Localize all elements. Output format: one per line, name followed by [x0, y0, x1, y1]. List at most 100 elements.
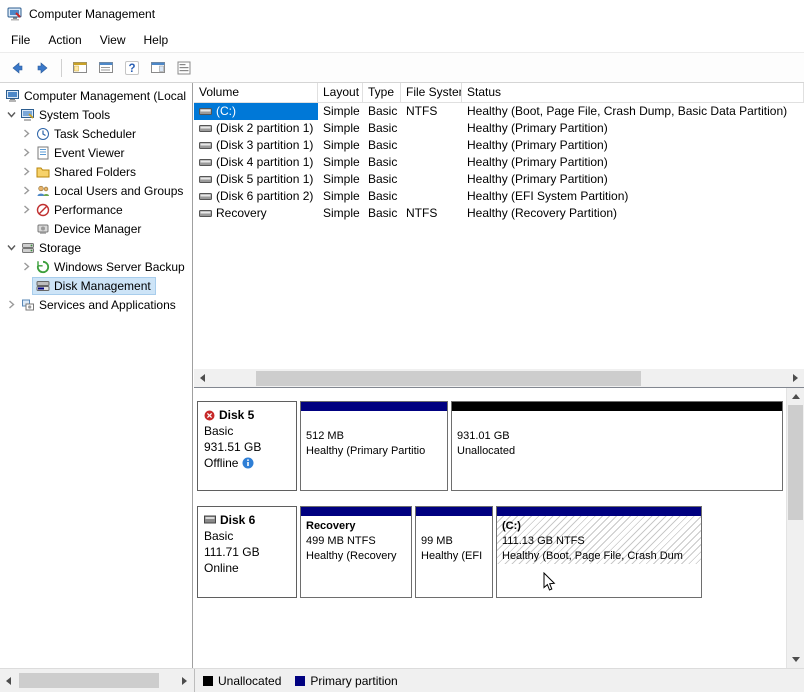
partition-size: 99 MB	[421, 534, 487, 549]
tree-item-computer-management[interactable]: Computer Management (Local	[0, 86, 192, 105]
computer-icon	[5, 89, 20, 103]
menu-action[interactable]: Action	[39, 28, 90, 52]
vscrollbar-thumb[interactable]	[788, 405, 803, 520]
info-icon[interactable]	[242, 457, 254, 469]
properties-button[interactable]	[172, 56, 196, 80]
chevron-down-icon[interactable]	[5, 241, 18, 254]
partition-disk5-unallocated[interactable]: 931.01 GB Unallocated	[451, 401, 783, 491]
volume-status: Healthy (Primary Partition)	[462, 120, 804, 137]
console-tree-panel: Computer Management (Local System Tools …	[0, 83, 193, 668]
volume-status: Healthy (Recovery Partition)	[462, 205, 804, 222]
chevron-right-icon[interactable]	[20, 260, 33, 273]
partition-status: Healthy (Boot, Page File, Crash Dum	[502, 549, 696, 564]
tree-item-label: System Tools	[39, 108, 112, 122]
legend-item-primary-partition: Primary partition	[295, 674, 397, 688]
titlebar[interactable]: Computer Management	[0, 0, 804, 28]
show-action-pane-button[interactable]	[146, 56, 170, 80]
volume-row[interactable]: (C:) Simple Basic NTFS Healthy (Boot, Pa…	[194, 103, 804, 120]
column-header-type[interactable]: Type	[363, 83, 401, 102]
partition-disk5-primary[interactable]: 512 MB Healthy (Primary Partitio	[300, 401, 448, 491]
menubar: File Action View Help	[0, 28, 804, 52]
tree-item-event-viewer[interactable]: Event Viewer	[0, 143, 192, 162]
volume-icon	[199, 157, 212, 168]
volume-type: Basic	[363, 103, 401, 120]
hscrollbar-track[interactable]	[17, 672, 176, 689]
tree-item-disk-management[interactable]: Disk Management	[0, 276, 192, 295]
scroll-right-button[interactable]	[787, 370, 804, 387]
chevron-down-icon[interactable]	[5, 108, 18, 121]
chevron-right-icon[interactable]	[20, 146, 33, 159]
partition-status: Unallocated	[457, 444, 777, 459]
volume-row[interactable]: (Disk 6 partition 2) Simple Basic Health…	[194, 188, 804, 205]
server-backup-icon	[35, 260, 50, 274]
disk-kind: Basic	[204, 423, 290, 439]
tree-hscrollbar[interactable]	[0, 672, 193, 689]
chevron-right-icon[interactable]	[20, 203, 33, 216]
disk-6-header[interactable]: Disk 6 Basic 111.71 GB Online	[197, 506, 297, 598]
tree-item-system-tools[interactable]: System Tools	[0, 105, 192, 124]
volume-fs	[401, 137, 462, 154]
chevron-right-icon[interactable]	[20, 165, 33, 178]
back-button[interactable]	[5, 56, 29, 80]
tree-item-services-and-applications[interactable]: Services and Applications	[0, 295, 192, 314]
volume-row[interactable]: (Disk 5 partition 1) Simple Basic Health…	[194, 171, 804, 188]
help-button[interactable]: ?	[120, 56, 144, 80]
menu-help[interactable]: Help	[135, 28, 178, 52]
volume-icon	[199, 191, 212, 202]
column-header-file-system[interactable]: File System	[401, 83, 462, 102]
tree-item-storage[interactable]: Storage	[0, 238, 192, 257]
primary-partition-color-bar	[497, 507, 701, 516]
tree-item-windows-server-backup[interactable]: Windows Server Backup	[0, 257, 192, 276]
chevron-right-icon[interactable]	[20, 127, 33, 140]
volume-row[interactable]: (Disk 4 partition 1) Simple Basic Health…	[194, 154, 804, 171]
partition-disk6-recovery[interactable]: Recovery 499 MB NTFS Healthy (Recovery	[300, 506, 412, 598]
column-header-layout[interactable]: Layout	[318, 83, 363, 102]
tree-item-device-manager[interactable]: Device Manager	[0, 219, 192, 238]
volume-status: Healthy (Primary Partition)	[462, 154, 804, 171]
menu-file[interactable]: File	[2, 28, 39, 52]
partition-size: 512 MB	[306, 429, 442, 444]
vscrollbar-track[interactable]	[787, 405, 804, 651]
partition-status: Healthy (Recovery	[306, 549, 406, 564]
volume-status: Healthy (Boot, Page File, Crash Dump, Ba…	[462, 103, 804, 120]
volume-fs: NTFS	[401, 205, 462, 222]
volume-fs	[401, 154, 462, 171]
forward-button[interactable]	[31, 56, 55, 80]
scroll-left-button[interactable]	[0, 672, 17, 689]
tree-item-task-scheduler[interactable]: Task Scheduler	[0, 124, 192, 143]
legend-label: Unallocated	[218, 674, 281, 688]
volume-type: Basic	[363, 120, 401, 137]
tree-item-label: Task Scheduler	[54, 127, 138, 141]
chevron-right-icon[interactable]	[20, 184, 33, 197]
column-header-volume[interactable]: Volume	[194, 83, 318, 102]
disk-view-vscrollbar[interactable]	[786, 388, 804, 668]
tree-item-label: Shared Folders	[54, 165, 138, 179]
scroll-up-button[interactable]	[787, 388, 804, 405]
volume-list-hscrollbar[interactable]	[194, 369, 804, 387]
volume-row[interactable]: Recovery Simple Basic NTFS Healthy (Reco…	[194, 205, 804, 222]
volume-type: Basic	[363, 205, 401, 222]
tree-indent-spacer	[20, 279, 33, 292]
column-header-status[interactable]: Status	[462, 83, 804, 102]
hscrollbar-track[interactable]	[211, 370, 787, 387]
scroll-left-button[interactable]	[194, 370, 211, 387]
tree-item-performance[interactable]: Performance	[0, 200, 192, 219]
partition-disk6-c-drive[interactable]: (C:) 111.13 GB NTFS Healthy (Boot, Page …	[496, 506, 702, 598]
scroll-right-button[interactable]	[176, 672, 193, 689]
menu-view[interactable]: View	[91, 28, 135, 52]
show-console-tree-button[interactable]	[68, 56, 92, 80]
volume-row[interactable]: (Disk 3 partition 1) Simple Basic Health…	[194, 137, 804, 154]
hscrollbar-thumb[interactable]	[256, 371, 641, 386]
scroll-down-button[interactable]	[787, 651, 804, 668]
disk-name: Disk 5	[219, 408, 254, 422]
disk-5-header[interactable]: Disk 5 Basic 931.51 GB Offline	[197, 401, 297, 491]
disk-state: Offline	[204, 455, 238, 471]
hscrollbar-thumb[interactable]	[19, 673, 159, 688]
chevron-right-icon[interactable]	[5, 298, 18, 311]
volume-row[interactable]: (Disk 2 partition 1) Simple Basic Health…	[194, 120, 804, 137]
export-list-button[interactable]	[94, 56, 118, 80]
tree-item-shared-folders[interactable]: Shared Folders	[0, 162, 192, 181]
partition-disk6-efi[interactable]: 99 MB Healthy (EFI	[415, 506, 493, 598]
tree-item-label: Windows Server Backup	[54, 260, 187, 274]
tree-item-local-users-and-groups[interactable]: Local Users and Groups	[0, 181, 192, 200]
